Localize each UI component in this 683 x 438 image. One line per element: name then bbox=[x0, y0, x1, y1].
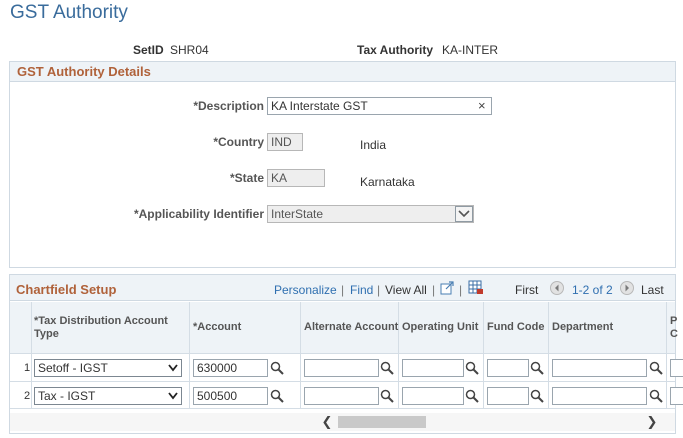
tax-authority-value: KA-INTER bbox=[442, 43, 499, 57]
first-label: First bbox=[515, 283, 539, 297]
lookup-icon[interactable] bbox=[270, 389, 284, 403]
applicability-value: InterState bbox=[271, 207, 324, 221]
row-divider bbox=[10, 408, 675, 409]
new-window-icon[interactable] bbox=[440, 281, 455, 295]
partial-column-input[interactable] bbox=[670, 359, 683, 377]
toolbar-separator: | bbox=[341, 283, 345, 297]
scrollbar-thumb[interactable] bbox=[338, 416, 426, 428]
column-divider bbox=[548, 302, 549, 408]
description-label: *Description bbox=[193, 99, 264, 113]
operating-unit-input[interactable] bbox=[402, 387, 464, 405]
column-divider bbox=[483, 302, 484, 408]
chevron-down-icon bbox=[168, 392, 178, 400]
state-name: Karnataka bbox=[360, 175, 415, 189]
tax-distribution-select[interactable]: Tax - IGST bbox=[34, 387, 182, 405]
page-title: GST Authority bbox=[10, 2, 128, 23]
lookup-icon[interactable] bbox=[649, 361, 663, 375]
toolbar-separator: | bbox=[377, 283, 381, 297]
column-header-tax-distribution-account-type[interactable]: *Tax Distribution Account Type bbox=[34, 315, 184, 341]
details-section-title: GST Authority Details bbox=[17, 64, 151, 79]
description-input[interactable]: KA Interstate GST bbox=[267, 97, 492, 115]
column-header-account[interactable]: *Account bbox=[193, 321, 241, 334]
description-value: KA Interstate GST bbox=[271, 99, 368, 113]
lookup-icon[interactable] bbox=[530, 361, 544, 375]
lookup-icon[interactable] bbox=[465, 389, 479, 403]
row-divider bbox=[10, 381, 675, 382]
tax-distribution-value: Setoff - IGST bbox=[38, 361, 108, 375]
country-name: India bbox=[360, 138, 387, 152]
operating-unit-input[interactable] bbox=[402, 359, 464, 377]
applicability-dropdown-button bbox=[455, 206, 473, 222]
column-divider bbox=[31, 302, 32, 408]
column-divider bbox=[300, 302, 301, 408]
lookup-icon[interactable] bbox=[380, 361, 394, 375]
column-header-department[interactable]: Department bbox=[552, 321, 613, 334]
last-label: Last bbox=[641, 283, 664, 297]
chevron-down-icon bbox=[168, 364, 178, 372]
lookup-icon[interactable] bbox=[649, 389, 663, 403]
personalize-link[interactable]: Personalize bbox=[274, 283, 337, 297]
setid-value: SHR04 bbox=[170, 43, 209, 57]
row-number: 2 bbox=[24, 390, 31, 402]
state-label: *State bbox=[229, 171, 264, 185]
alternate-account-input[interactable] bbox=[304, 387, 379, 405]
lookup-icon[interactable] bbox=[380, 389, 394, 403]
details-section-header: GST Authority Details bbox=[10, 62, 675, 82]
applicability-select: InterState bbox=[267, 205, 474, 223]
toolbar-separator: | bbox=[459, 283, 463, 297]
row-number: 1 bbox=[24, 362, 31, 374]
scroll-right-icon[interactable]: ❯ bbox=[643, 413, 661, 431]
country-code-field: IND bbox=[267, 133, 303, 151]
find-link[interactable]: Find bbox=[350, 283, 373, 297]
column-header-alternate-account[interactable]: Alternate Account bbox=[304, 321, 398, 334]
row-range: 1-2 of 2 bbox=[572, 283, 613, 297]
state-code-field: KA bbox=[267, 169, 325, 187]
toolbar-separator: | bbox=[432, 283, 436, 297]
applicability-label: *Applicability Identifier bbox=[133, 207, 264, 221]
clear-icon[interactable]: × bbox=[478, 98, 486, 113]
department-input[interactable] bbox=[552, 387, 647, 405]
account-input[interactable]: 500500 bbox=[193, 387, 268, 405]
chevron-down-icon bbox=[458, 210, 470, 218]
department-input[interactable] bbox=[552, 359, 647, 377]
column-header-partial[interactable]: P C bbox=[670, 315, 680, 341]
previous-icon[interactable] bbox=[550, 281, 564, 295]
column-divider bbox=[189, 302, 190, 408]
gst-authority-details-section: GST Authority Details bbox=[9, 61, 676, 268]
lookup-icon[interactable] bbox=[270, 361, 284, 375]
column-header-operating-unit[interactable]: Operating Unit bbox=[402, 321, 478, 334]
column-divider bbox=[398, 302, 399, 408]
next-icon[interactable] bbox=[620, 281, 634, 295]
horizontal-scrollbar[interactable]: ❮ ❯ bbox=[10, 413, 675, 431]
tax-authority-label: Tax Authority bbox=[357, 43, 434, 57]
lookup-icon[interactable] bbox=[530, 389, 544, 403]
column-header-fund-code[interactable]: Fund Code bbox=[487, 321, 544, 334]
fund-code-input[interactable] bbox=[487, 387, 529, 405]
lookup-icon[interactable] bbox=[465, 361, 479, 375]
download-grid-icon[interactable] bbox=[468, 280, 484, 295]
partial-column-input[interactable] bbox=[670, 387, 683, 405]
setid-label: SetID bbox=[133, 43, 164, 57]
scroll-left-icon[interactable]: ❮ bbox=[318, 413, 336, 431]
alternate-account-input[interactable] bbox=[304, 359, 379, 377]
tax-distribution-select[interactable]: Setoff - IGST bbox=[34, 359, 182, 377]
row-divider bbox=[10, 353, 675, 354]
fund-code-input[interactable] bbox=[487, 359, 529, 377]
column-divider bbox=[666, 302, 667, 408]
chartfield-section-title: Chartfield Setup bbox=[16, 282, 117, 297]
tax-distribution-value: Tax - IGST bbox=[38, 389, 96, 403]
view-all-link[interactable]: View All bbox=[385, 283, 427, 297]
country-label: *Country bbox=[213, 135, 264, 149]
account-input[interactable]: 630000 bbox=[193, 359, 268, 377]
